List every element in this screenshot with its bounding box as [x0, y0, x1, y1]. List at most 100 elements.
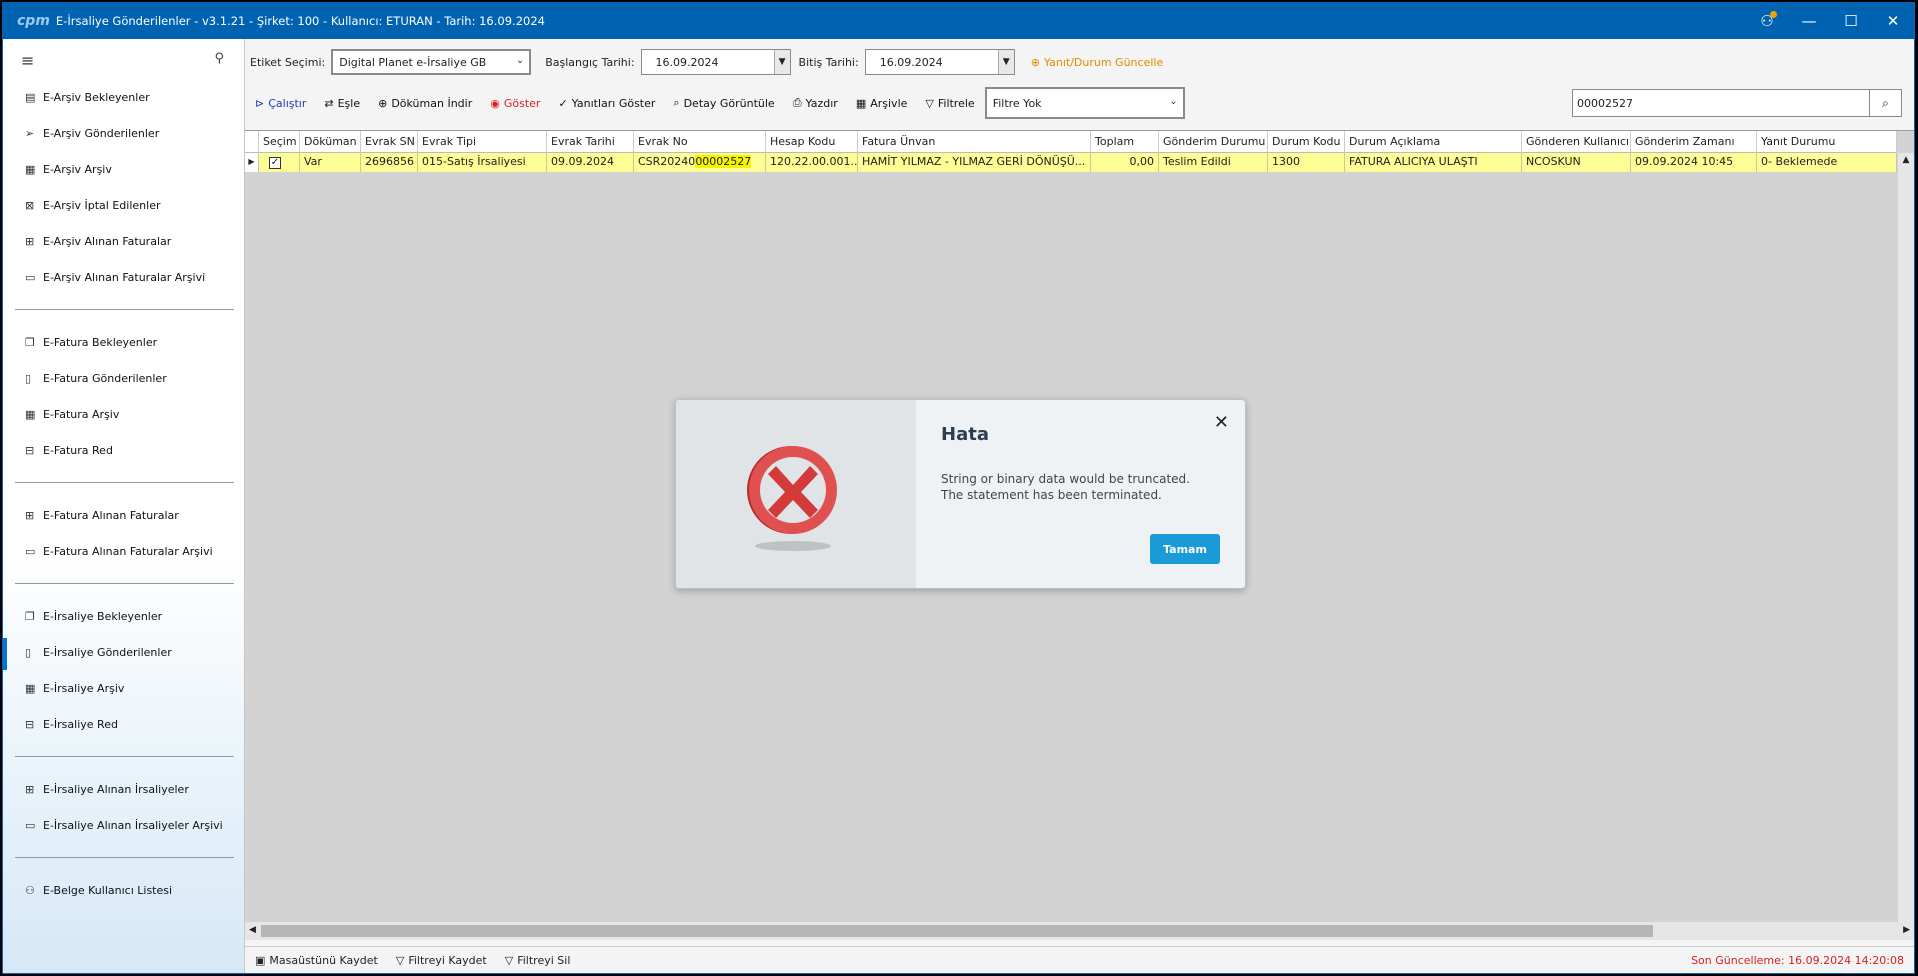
cell-durum-aciklama: FATURA ALICIYA ULAŞTI: [1345, 153, 1522, 172]
dialog-icon-panel: [676, 400, 916, 588]
cell-evrak-sn: 2696856: [361, 153, 418, 172]
row-checkbox[interactable]: ✓: [269, 157, 281, 169]
column-header[interactable]: Evrak Tipi: [418, 131, 547, 153]
column-header[interactable]: Evrak SN: [361, 131, 418, 153]
filter-select[interactable]: Filtre Yok ⌄: [984, 87, 1185, 119]
notification-icon[interactable]: ⚇: [1746, 3, 1788, 39]
dropdown-arrow-icon[interactable]: ▼: [773, 50, 790, 74]
documents-icon: ❐: [25, 609, 35, 623]
title-bar: cpm E-İrsaliye Gönderilenler - v3.1.21 -…: [3, 3, 1914, 39]
cell-secim[interactable]: ✓: [259, 153, 300, 172]
cell-gonderen: NCOSKUN: [1522, 153, 1631, 172]
filter-row: Etiket Seçimi: Digital Planet e-İrsaliye…: [245, 48, 1914, 76]
grid-header: Seçim Döküman Evrak SN Evrak Tipi Evrak …: [245, 131, 1897, 153]
inbox-icon: ⊞: [25, 782, 35, 796]
sidebar-item-ebelge-kullanici[interactable]: ⚇ E-Belge Kullanıcı Listesi: [3, 872, 244, 908]
search-icon[interactable]: ⌕: [1869, 90, 1901, 116]
sidebar-item-eirsaliye-bekleyenler[interactable]: ❐ E-İrsaliye Bekleyenler: [3, 598, 244, 634]
filtreyi-sil-button[interactable]: ▽ Filtreyi Sil: [505, 954, 571, 967]
ok-button[interactable]: Tamam: [1150, 534, 1220, 564]
sidebar-item-eirsaliye-gonderilenler[interactable]: ▯ E-İrsaliye Gönderilenler: [3, 634, 244, 670]
sidebar-item-efatura-alinan[interactable]: ⊞ E-Fatura Alınan Faturalar: [3, 497, 244, 533]
sidebar-item-eirsaliye-alinan[interactable]: ⊞ E-İrsaliye Alınan İrsaliyeler: [3, 771, 244, 807]
match-icon: ⇄: [324, 96, 334, 110]
sidebar-item-eirsaliye-alinan-arsiv[interactable]: ▭ E-İrsaliye Alınan İrsaliyeler Arşivi: [3, 807, 244, 843]
yanitlari-goster-button[interactable]: ✓ Yanıtları Göster: [558, 97, 655, 110]
calistir-button[interactable]: ⊳ Çalıştır: [255, 97, 306, 110]
etiket-select[interactable]: Digital Planet e-İrsaliye GB ⌄: [331, 49, 532, 75]
goster-button[interactable]: ◉ Göster: [490, 97, 540, 110]
filtrele-button[interactable]: ▽ Filtrele: [925, 97, 974, 110]
row-indicator-icon: ▶: [245, 153, 259, 172]
document-icon: ▯: [25, 371, 32, 385]
scroll-left-icon[interactable]: ◀: [249, 925, 256, 935]
sidebar-item-earsiv-gonderilenler[interactable]: ➢ E-Arşiv Gönderilenler: [3, 115, 244, 151]
yanit-durum-guncelle-link[interactable]: ⊕ Yanıt/Durum Güncelle: [1031, 56, 1164, 69]
sidebar-item-efatura-alinan-arsiv[interactable]: ▭ E-Fatura Alınan Faturalar Arşivi: [3, 533, 244, 569]
sidebar-header: ≡ ⚲: [3, 39, 244, 79]
yazdir-button[interactable]: ⎙ Yazdır: [793, 96, 838, 110]
sidebar-item-earsiv-iptal[interactable]: ⊠ E-Arşiv İptal Edilenler: [3, 187, 244, 223]
arsivle-button[interactable]: ▦ Arşivle: [856, 97, 908, 110]
sidebar-item-earsiv-alinan[interactable]: ⊞ E-Arşiv Alınan Faturalar: [3, 223, 244, 259]
filtreyi-kaydet-button[interactable]: ▽ Filtreyi Kaydet: [396, 954, 487, 967]
cell-dokuman: Var: [300, 153, 361, 172]
sidebar-item-efatura-red[interactable]: ⊟ E-Fatura Red: [3, 432, 244, 468]
printer-icon: ⎙: [792, 96, 802, 109]
table-row[interactable]: ▶ ✓ Var 2696856 015-Satış İrsaliyesi 09.…: [245, 153, 1897, 172]
sidebar-item-earsiv-arsiv[interactable]: ▦ E-Arşiv Arşiv: [3, 151, 244, 187]
dropdown-arrow-icon[interactable]: ▼: [997, 50, 1014, 74]
column-header[interactable]: Evrak Tarihi: [547, 131, 634, 153]
app-logo: cpm: [17, 13, 50, 29]
column-header[interactable]: Gönderim Zamanı: [1631, 131, 1757, 153]
column-header[interactable]: Evrak No: [634, 131, 766, 153]
last-update-text: Son Güncelleme: 16.09.2024 14:20:08: [1691, 953, 1904, 967]
scroll-up-icon[interactable]: ▲: [1898, 155, 1914, 165]
column-header[interactable]: Fatura Ünvan: [858, 131, 1091, 153]
bitis-label: Bitiş Tarihi:: [798, 55, 859, 69]
horizontal-scrollbar[interactable]: ◀ ▶: [245, 922, 1914, 940]
dialog-close-icon[interactable]: ✕: [1214, 412, 1229, 433]
sidebar-item-earsiv-bekleyenler[interactable]: ▤ E-Arşiv Bekleyenler: [3, 79, 244, 115]
sidebar-item-efatura-arsiv[interactable]: ▦ E-Fatura Arşiv: [3, 396, 244, 432]
hamburger-menu-icon[interactable]: ≡: [21, 51, 34, 70]
reject-icon: ⊟: [25, 443, 35, 457]
sidebar-item-earsiv-alinan-arsiv[interactable]: ▭ E-Arşiv Alınan Faturalar Arşivi: [3, 259, 244, 295]
detay-goruntule-button[interactable]: ⌕ Detay Görüntüle: [673, 96, 774, 110]
app-window: cpm E-İrsaliye Gönderilenler - v3.1.21 -…: [2, 2, 1915, 974]
download-icon: ⊕: [378, 96, 388, 110]
bitis-date-input[interactable]: 16.09.2024 ▼: [864, 49, 1015, 75]
esle-button[interactable]: ⇄ Eşle: [324, 97, 360, 110]
row-header-cell: [245, 131, 259, 153]
column-header[interactable]: Gönderen Kullanıcı: [1522, 131, 1631, 153]
scroll-right-icon[interactable]: ▶: [1903, 925, 1910, 935]
pin-icon[interactable]: ⚲: [214, 51, 224, 66]
column-header[interactable]: Seçim: [259, 131, 300, 153]
cell-gonderim-durumu: Teslim Edildi: [1159, 153, 1268, 172]
column-header[interactable]: Gönderim Durumu: [1159, 131, 1268, 153]
sidebar-item-efatura-bekleyenler[interactable]: ❐ E-Fatura Bekleyenler: [3, 324, 244, 360]
scroll-thumb[interactable]: [261, 925, 1653, 937]
folder-icon: ▭: [25, 544, 36, 558]
close-window-button[interactable]: ✕: [1872, 3, 1914, 39]
column-header[interactable]: Durum Açıklama: [1345, 131, 1522, 153]
baslangic-date-input[interactable]: 16.09.2024 ▼: [640, 49, 791, 75]
sidebar-item-efatura-gonderilenler[interactable]: ▯ E-Fatura Gönderilenler: [3, 360, 244, 396]
window-title: E-İrsaliye Gönderilenler - v3.1.21 - Şir…: [55, 14, 545, 28]
column-header[interactable]: Hesap Kodu: [766, 131, 858, 153]
column-header[interactable]: Toplam: [1091, 131, 1159, 153]
vertical-scrollbar[interactable]: ▲: [1898, 153, 1914, 923]
sidebar-item-eirsaliye-red[interactable]: ⊟ E-İrsaliye Red: [3, 706, 244, 742]
search-input[interactable]: 00002527: [1573, 97, 1869, 110]
sidebar-item-eirsaliye-arsiv[interactable]: ▦ E-İrsaliye Arşiv: [3, 670, 244, 706]
maximize-button[interactable]: ☐: [1830, 3, 1872, 39]
column-header[interactable]: Döküman: [300, 131, 361, 153]
sidebar-divider: [15, 482, 234, 483]
minimize-button[interactable]: —: [1788, 3, 1830, 39]
column-header[interactable]: Durum Kodu: [1268, 131, 1345, 153]
masaustu-kaydet-button[interactable]: ▣ Masaüstünü Kaydet: [255, 954, 378, 967]
column-header[interactable]: Yanıt Durumu: [1757, 131, 1897, 153]
document-list-icon: ▤: [25, 90, 36, 104]
dokuman-indir-button[interactable]: ⊕ Döküman İndir: [378, 97, 472, 110]
etiket-label: Etiket Seçimi:: [250, 55, 326, 69]
